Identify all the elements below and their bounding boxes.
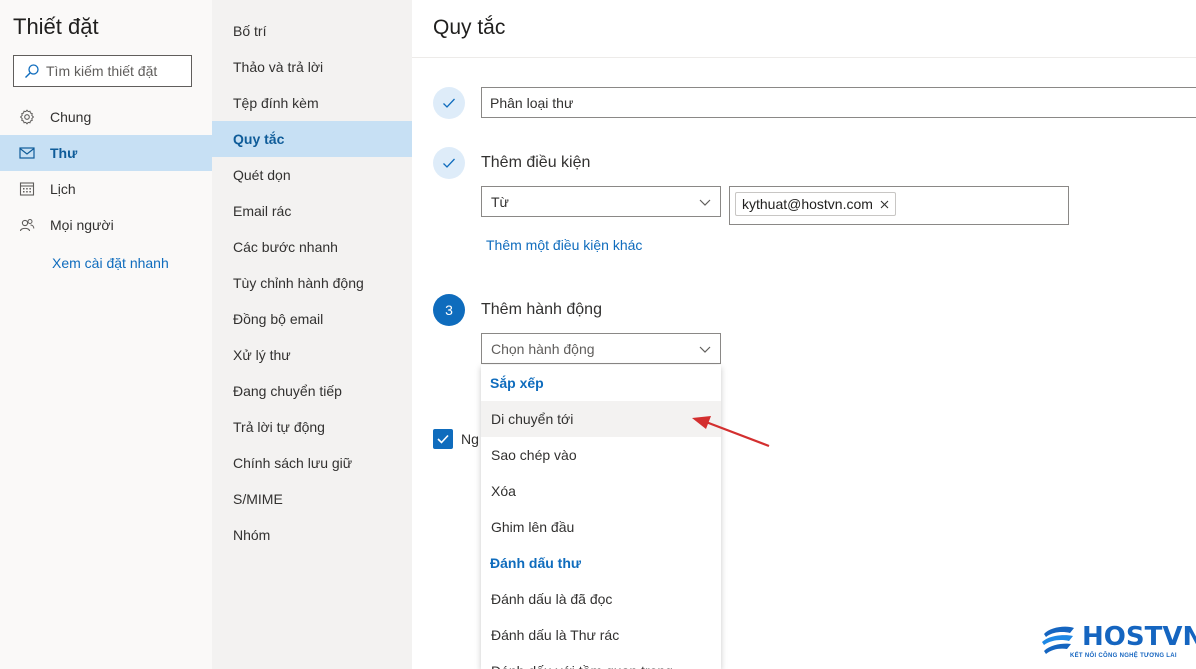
menu-item-mark-importance[interactable]: Đánh dấu với tầm quan trọng [481, 653, 721, 669]
nav-item-general[interactable]: Chung [0, 99, 212, 135]
step-3-current: 3 [433, 294, 465, 326]
checkmark-icon [437, 434, 449, 444]
stop-processing-checkbox[interactable] [433, 429, 453, 449]
action-select-placeholder: Chọn hành động [491, 340, 595, 357]
condition-select-value: Từ [491, 193, 509, 210]
subnav-item-customize-actions[interactable]: Tùy chỉnh hành động [212, 265, 412, 301]
action-select[interactable]: Chọn hành động [481, 333, 721, 364]
rule-editor: Quy tắc Thêm điều kiện Từ kythuat@hostvn… [412, 0, 1196, 669]
nav-item-mail[interactable]: Thư [0, 135, 212, 171]
subnav-item-retention-policies[interactable]: Chính sách lưu giữ [212, 445, 412, 481]
settings-search[interactable] [13, 55, 192, 87]
quick-settings-link[interactable]: Xem cài đặt nhanh [52, 255, 169, 271]
settings-title: Thiết đặt [13, 14, 99, 39]
people-icon [18, 216, 36, 234]
chevron-down-icon [699, 346, 711, 353]
subnav-item-quick-steps[interactable]: Các bước nhanh [212, 229, 412, 265]
subnav-item-layout[interactable]: Bố trí [212, 13, 412, 49]
menu-item-move-to[interactable]: Di chuyển tới [481, 401, 721, 437]
email-chip: kythuat@hostvn.com [735, 192, 896, 216]
menu-item-mark-as-junk[interactable]: Đánh dấu là Thư rác [481, 617, 721, 653]
subnav-item-groups[interactable]: Nhóm [212, 517, 412, 553]
nav-item-label: Chung [50, 109, 92, 125]
checkmark-icon [443, 158, 455, 168]
subnav-item-message-handling[interactable]: Xử lý thư [212, 337, 412, 373]
menu-item-mark-as-read[interactable]: Đánh dấu là đã đọc [481, 581, 721, 617]
hostvn-logo: HOSTVN KẾT NỐI CÔNG NGHỆ TƯƠNG LAI [1040, 622, 1196, 662]
subnav-item-junk-email[interactable]: Email rác [212, 193, 412, 229]
hostvn-logo-tagline: KẾT NỐI CÔNG NGHỆ TƯƠNG LAI [1070, 653, 1177, 659]
nav-item-people[interactable]: Mọi người [0, 207, 212, 243]
step-1-done [433, 87, 465, 119]
mail-icon [18, 144, 36, 162]
settings-search-input[interactable] [46, 63, 186, 79]
menu-header-organize: Sắp xếp [490, 375, 544, 391]
subnav-item-rules[interactable]: Quy tắc [212, 121, 412, 157]
nav-item-calendar[interactable]: Lịch [0, 171, 212, 207]
checkmark-icon [443, 98, 455, 108]
action-dropdown-menu: Sắp xếp Di chuyển tới Sao chép vào Xóa G… [481, 365, 721, 669]
search-icon [25, 64, 39, 78]
nav-item-label: Lịch [50, 181, 76, 197]
subnav-item-forwarding[interactable]: Đang chuyển tiếp [212, 373, 412, 409]
chevron-down-icon [699, 199, 711, 206]
page-title: Quy tắc [433, 16, 506, 39]
nav-item-label: Thư [50, 145, 78, 161]
subnav-item-sweep[interactable]: Quét dọn [212, 157, 412, 193]
condition-select[interactable]: Từ [481, 186, 721, 217]
menu-item-copy-to[interactable]: Sao chép vào [481, 437, 721, 473]
rule-name-input[interactable] [481, 87, 1196, 118]
left-nav: Thiết đặt Chung Thư Lịch Mọi người Xem c… [0, 0, 212, 669]
stop-processing-label: Ng [461, 431, 479, 447]
close-icon[interactable] [880, 200, 889, 209]
menu-item-pin-to-top[interactable]: Ghim lên đầu [481, 509, 721, 545]
step-2-done [433, 147, 465, 179]
add-condition-label: Thêm điều kiện [481, 154, 591, 171]
condition-value-box[interactable]: kythuat@hostvn.com [729, 186, 1069, 225]
add-another-condition-link[interactable]: Thêm một điều kiện khác [486, 237, 642, 253]
gear-icon [18, 108, 36, 126]
subnav-item-compose-reply[interactable]: Thảo và trả lời [212, 49, 412, 85]
mail-settings-nav: Bố trí Thảo và trả lời Tệp đính kèm Quy … [212, 0, 412, 669]
calendar-icon [18, 180, 36, 198]
email-chip-label: kythuat@hostvn.com [742, 196, 873, 212]
add-action-label: Thêm hành động [481, 301, 602, 318]
subnav-item-attachments[interactable]: Tệp đính kèm [212, 85, 412, 121]
divider [412, 57, 1196, 58]
hostvn-logo-text: HOSTVN [1082, 622, 1196, 652]
menu-header-mark-message: Đánh dấu thư [490, 555, 582, 571]
subnav-item-automatic-replies[interactable]: Trả lời tự động [212, 409, 412, 445]
nav-item-label: Mọi người [50, 217, 114, 233]
menu-item-delete[interactable]: Xóa [481, 473, 721, 509]
subnav-item-smime[interactable]: S/MIME [212, 481, 412, 517]
subnav-item-sync-email[interactable]: Đồng bộ email [212, 301, 412, 337]
